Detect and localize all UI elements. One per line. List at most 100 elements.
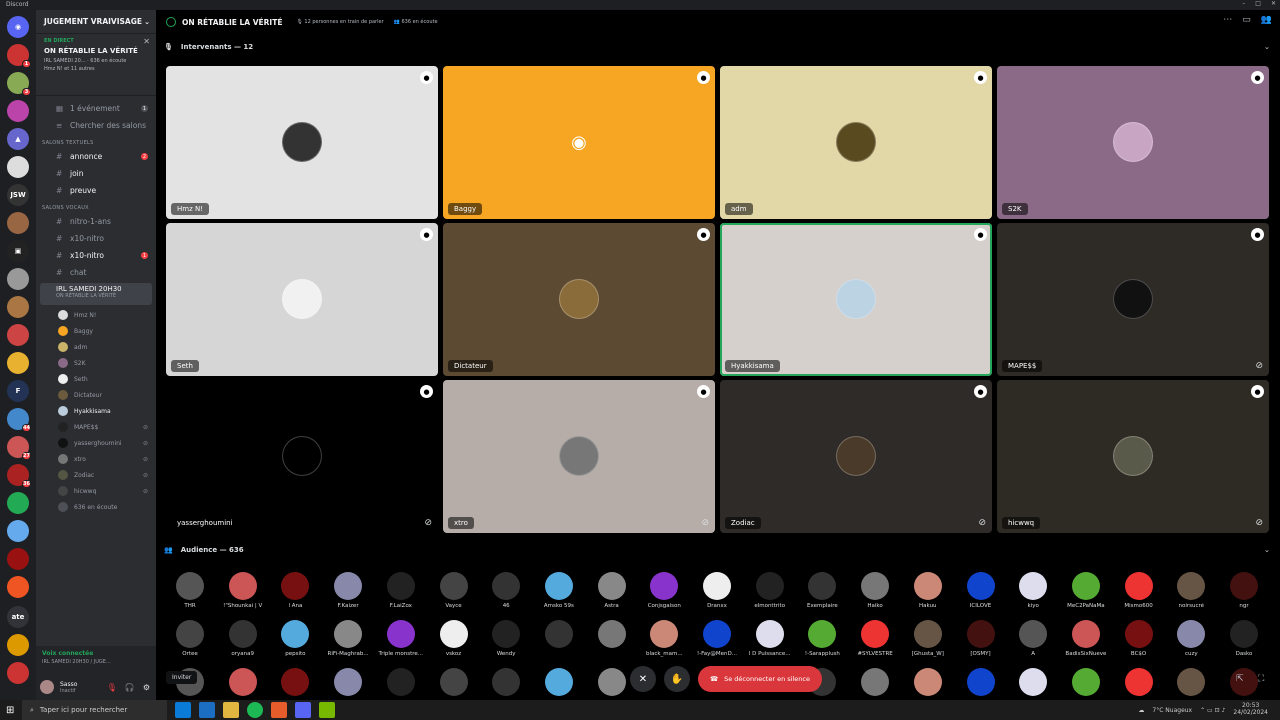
stage-member[interactable]: Dictateur [36, 387, 156, 403]
stage-member[interactable]: Hmz N! [36, 307, 156, 323]
spotify-icon[interactable] [247, 702, 263, 718]
speaker-tile[interactable]: ● Dictateur [443, 223, 715, 376]
channel-item-annonce[interactable]: # annonce 2 [36, 148, 156, 165]
pin-icon[interactable]: ● [420, 71, 433, 84]
server-icon[interactable] [7, 634, 29, 656]
pin-icon[interactable]: ● [974, 385, 987, 398]
active-stage-channel[interactable]: IRL SAMEDI 20H30 ON RÉTABLIE LA VÉRITÉ [40, 283, 152, 305]
audience-member[interactable]: Mismo600 [1113, 572, 1165, 622]
audience-member[interactable]: kiyo [1007, 572, 1059, 622]
clock-date[interactable]: 24/02/2024 [1233, 709, 1268, 717]
minimize-icon[interactable]: – [1242, 0, 1245, 7]
server-icon[interactable]: ▲ [7, 128, 29, 150]
audience-member[interactable]: BadisSixNueve [1060, 620, 1112, 670]
server-icon[interactable] [7, 212, 29, 234]
audience-member[interactable]: F.Kaizer [322, 572, 374, 622]
server-icon[interactable] [7, 662, 29, 684]
speaker-tile[interactable]: ● Seth [166, 223, 438, 376]
server-icon[interactable] [7, 324, 29, 346]
audience-section-header[interactable]: 👥 Audience — 636 ⌄ [164, 543, 1270, 557]
mic-muted-icon[interactable]: ✕ [630, 666, 656, 692]
popout-icon[interactable]: ⇱ [1236, 674, 1244, 684]
pin-icon[interactable]: ● [420, 228, 433, 241]
audience-member[interactable]: !-Sarapplush [796, 620, 848, 670]
audience-member[interactable] [533, 620, 585, 670]
pin-icon[interactable]: ● [697, 385, 710, 398]
channel-item-join[interactable]: # join [36, 165, 156, 182]
headphones-icon[interactable]: 🎧 [125, 683, 135, 692]
live-stage-card[interactable]: EN DIRECT ON RÉTABLIE LA VÉRITÉ IRL SAME… [36, 34, 156, 96]
speaker-tile[interactable]: ● yasserghoumini ⊘ [166, 380, 438, 533]
pin-icon[interactable]: ● [420, 385, 433, 398]
mic-muted-icon[interactable]: 🎙 [107, 683, 117, 692]
voice-channel-x10-nitro[interactable]: # x10-nitro 1 [36, 247, 156, 264]
stage-member[interactable]: yasserghoumini ⊘ [36, 435, 156, 451]
audience-member[interactable] [586, 620, 638, 670]
avatar[interactable] [40, 680, 54, 694]
windows-start-icon[interactable]: ⊞ [6, 705, 14, 716]
popout-icon[interactable]: ▭ [1242, 15, 1251, 25]
app-icon[interactable] [271, 702, 287, 718]
audience-member[interactable]: black_mam... [638, 620, 690, 670]
audience-member[interactable]: pepsito [269, 620, 321, 670]
voice-channel-x10-nitro[interactable]: # x10-nitro [36, 230, 156, 247]
maximize-icon[interactable]: □ [1255, 0, 1261, 7]
server-icon[interactable]: ate [7, 606, 29, 628]
audience-member[interactable]: !"Shounkai | V [217, 572, 269, 622]
server-icon[interactable] [7, 268, 29, 290]
stage-member[interactable]: adm [36, 339, 156, 355]
pin-icon[interactable]: ● [974, 71, 987, 84]
audience-member[interactable]: Dasko [1218, 620, 1270, 670]
server-icon[interactable] [7, 156, 29, 178]
tray-icons[interactable]: ⌃ ▭ ⊡ ♪ [1200, 707, 1225, 714]
audience-member[interactable]: F.LaiZox [375, 572, 427, 622]
audience-member[interactable]: A [1007, 620, 1059, 670]
stage-member[interactable]: xtro ⊘ [36, 451, 156, 467]
disconnect-button[interactable]: ☎ Se déconnecter en silence [698, 666, 822, 692]
stage-member[interactable]: Hyakkisama [36, 403, 156, 419]
edge-icon[interactable] [175, 702, 191, 718]
audience-member[interactable]: [OSMY] [955, 620, 1007, 670]
mail-icon[interactable] [199, 702, 215, 718]
server-header[interactable]: JUGEMENT VRAIVISAGE ⌄ [36, 10, 156, 34]
server-icon[interactable]: 3 [7, 72, 31, 96]
audience-member[interactable]: Exemplaire [796, 572, 848, 622]
audience-member[interactable]: l Ana [269, 572, 321, 622]
raise-hand-icon[interactable]: ✋ [664, 666, 690, 692]
close-icon[interactable]: ✕ [143, 37, 150, 46]
stage-member[interactable]: Baggy [36, 323, 156, 339]
discord-taskbar-icon[interactable] [295, 702, 311, 718]
listening-count[interactable]: 636 en écoute [36, 499, 156, 515]
taskbar-search[interactable]: ⌕ Taper ici pour rechercher [22, 700, 167, 720]
audience-member[interactable]: !-Fay@MenD... [691, 620, 743, 670]
weather-text[interactable]: 7°C Nuageux [1152, 707, 1192, 714]
stage-member[interactable]: Seth [36, 371, 156, 387]
audience-member[interactable]: Dranxx [691, 572, 743, 622]
server-icon[interactable] [7, 520, 29, 542]
audience-member[interactable]: [Ghusta_W] [902, 620, 954, 670]
audience-member[interactable]: Ortee [164, 620, 216, 670]
audience-member[interactable]: RiFi-Maghrab... [322, 620, 374, 670]
audience-member[interactable]: 46 [480, 572, 532, 622]
server-icon[interactable] [7, 352, 29, 374]
server-icon[interactable]: JSW [7, 184, 29, 206]
nvidia-icon[interactable] [319, 702, 335, 718]
gear-icon[interactable]: ⚙ [143, 683, 150, 692]
audience-member[interactable]: vskoz [428, 620, 480, 670]
audience-member[interactable]: elmonttrito [744, 572, 796, 622]
stage-member[interactable]: MAPE$$ ⊘ [36, 419, 156, 435]
audience-member[interactable]: Vayce [428, 572, 480, 622]
pin-icon[interactable]: ● [697, 71, 710, 84]
close-window-icon[interactable]: ✕ [1271, 0, 1276, 7]
server-icon[interactable] [7, 100, 29, 122]
server-icon[interactable]: ▣ [7, 240, 29, 262]
server-icon[interactable]: 36 [7, 464, 31, 488]
audience-member[interactable]: Hakuu [902, 572, 954, 622]
voice-channel-nitro-1-ans[interactable]: # nitro-1-ans [36, 213, 156, 230]
speaker-tile[interactable]: ● Zodiac ⊘ [720, 380, 992, 533]
audience-member[interactable]: #SYLVESTRE [849, 620, 901, 670]
folder-icon[interactable] [223, 702, 239, 718]
voice-channel-chat[interactable]: # chat [36, 264, 156, 281]
audience-member[interactable]: MeC2PaNaMa [1060, 572, 1112, 622]
events-item[interactable]: ▦ 1 événement 1 [36, 100, 156, 117]
